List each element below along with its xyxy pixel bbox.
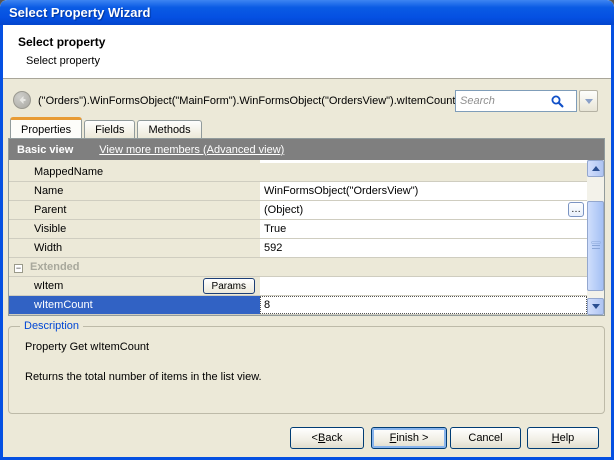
property-name: Name xyxy=(9,182,260,200)
scroll-up-button[interactable] xyxy=(587,160,604,177)
property-value xyxy=(260,277,587,295)
property-value: WinFormsObject("OrdersView") xyxy=(260,182,587,200)
table-row-mappedname[interactable]: MappedName xyxy=(9,163,587,182)
property-value: (Object) … xyxy=(260,201,587,219)
grid-view-header: Basic view View more members (Advanced v… xyxy=(9,139,604,160)
page-subtitle: Select property xyxy=(26,55,100,67)
scrollbar-thumb[interactable] xyxy=(587,201,604,291)
back-navigation-button[interactable] xyxy=(13,91,31,109)
chevron-down-icon xyxy=(585,99,593,104)
tab-methods[interactable]: Methods xyxy=(137,120,201,138)
property-grid: Basic view View more members (Advanced v… xyxy=(8,138,605,316)
back-arrow-icon xyxy=(17,95,27,105)
search-field-box[interactable] xyxy=(455,90,577,112)
advanced-view-link[interactable]: View more members (Advanced view) xyxy=(99,144,284,156)
params-button[interactable]: Params xyxy=(203,278,255,294)
property-name: wItemCount xyxy=(9,296,260,314)
table-row-witem[interactable]: wItem Params xyxy=(9,277,587,296)
page-title: Select property xyxy=(18,35,105,49)
wizard-header: Select property Select property xyxy=(3,25,611,79)
property-name: Visible xyxy=(9,220,260,238)
finish-button[interactable]: Finish > xyxy=(371,427,447,449)
arrow-down-icon xyxy=(592,304,600,309)
title-bar[interactable]: Select Property Wizard xyxy=(0,0,614,25)
tab-fields[interactable]: Fields xyxy=(84,120,135,138)
cancel-button[interactable]: Cancel xyxy=(450,427,521,449)
table-row-witemcount-selected[interactable]: wItemCount 8 xyxy=(9,296,587,315)
select-property-wizard-dialog: Select Property Wizard Select property S… xyxy=(0,0,614,460)
description-line2: Returns the total number of items in the… xyxy=(25,371,262,383)
property-value: 592 xyxy=(260,239,587,257)
search-control xyxy=(455,90,598,112)
table-row-parent[interactable]: Parent (Object) … xyxy=(9,201,587,220)
property-name: MappedName xyxy=(9,163,260,181)
basic-view-label: Basic view xyxy=(17,144,73,156)
table-row-name[interactable]: Name WinFormsObject("OrdersView") xyxy=(9,182,587,201)
property-name: Parent xyxy=(9,201,260,219)
grid-body: MappedName Name WinFormsObject("OrdersVi… xyxy=(9,160,587,315)
object-path: ("Orders").WinFormsObject("MainForm").Wi… xyxy=(38,95,455,107)
property-value: True xyxy=(260,220,587,238)
description-groupbox: Description Property Get wItemCount Retu… xyxy=(8,326,605,414)
collapse-icon[interactable]: − xyxy=(14,264,23,273)
scroll-down-button[interactable] xyxy=(587,298,604,315)
vertical-scrollbar[interactable] xyxy=(587,160,604,315)
group-label: Extended xyxy=(30,261,80,273)
property-value xyxy=(260,163,587,181)
description-legend: Description xyxy=(20,320,83,332)
property-value-editor[interactable]: 8 xyxy=(260,296,587,314)
search-input[interactable] xyxy=(460,95,550,107)
search-dropdown-button[interactable] xyxy=(579,90,598,112)
description-line1: Property Get wItemCount xyxy=(25,341,149,353)
arrow-up-icon xyxy=(592,166,600,171)
window-border-left xyxy=(0,25,3,460)
help-button[interactable]: Help xyxy=(527,427,599,449)
back-button[interactable]: <Back xyxy=(290,427,364,449)
table-row-width[interactable]: Width 592 xyxy=(9,239,587,258)
tab-properties[interactable]: Properties xyxy=(10,117,82,138)
window-title: Select Property Wizard xyxy=(9,5,150,20)
table-row-visible[interactable]: Visible True xyxy=(9,220,587,239)
property-name: Width xyxy=(9,239,260,257)
tab-bar: Properties Fields Methods xyxy=(10,117,204,138)
group-row-extended[interactable]: −Extended xyxy=(9,258,587,277)
ellipsis-button[interactable]: … xyxy=(568,202,584,217)
search-icon[interactable] xyxy=(550,94,564,108)
thumb-grip-icon xyxy=(592,242,600,243)
property-name: wItem Params xyxy=(9,277,260,295)
